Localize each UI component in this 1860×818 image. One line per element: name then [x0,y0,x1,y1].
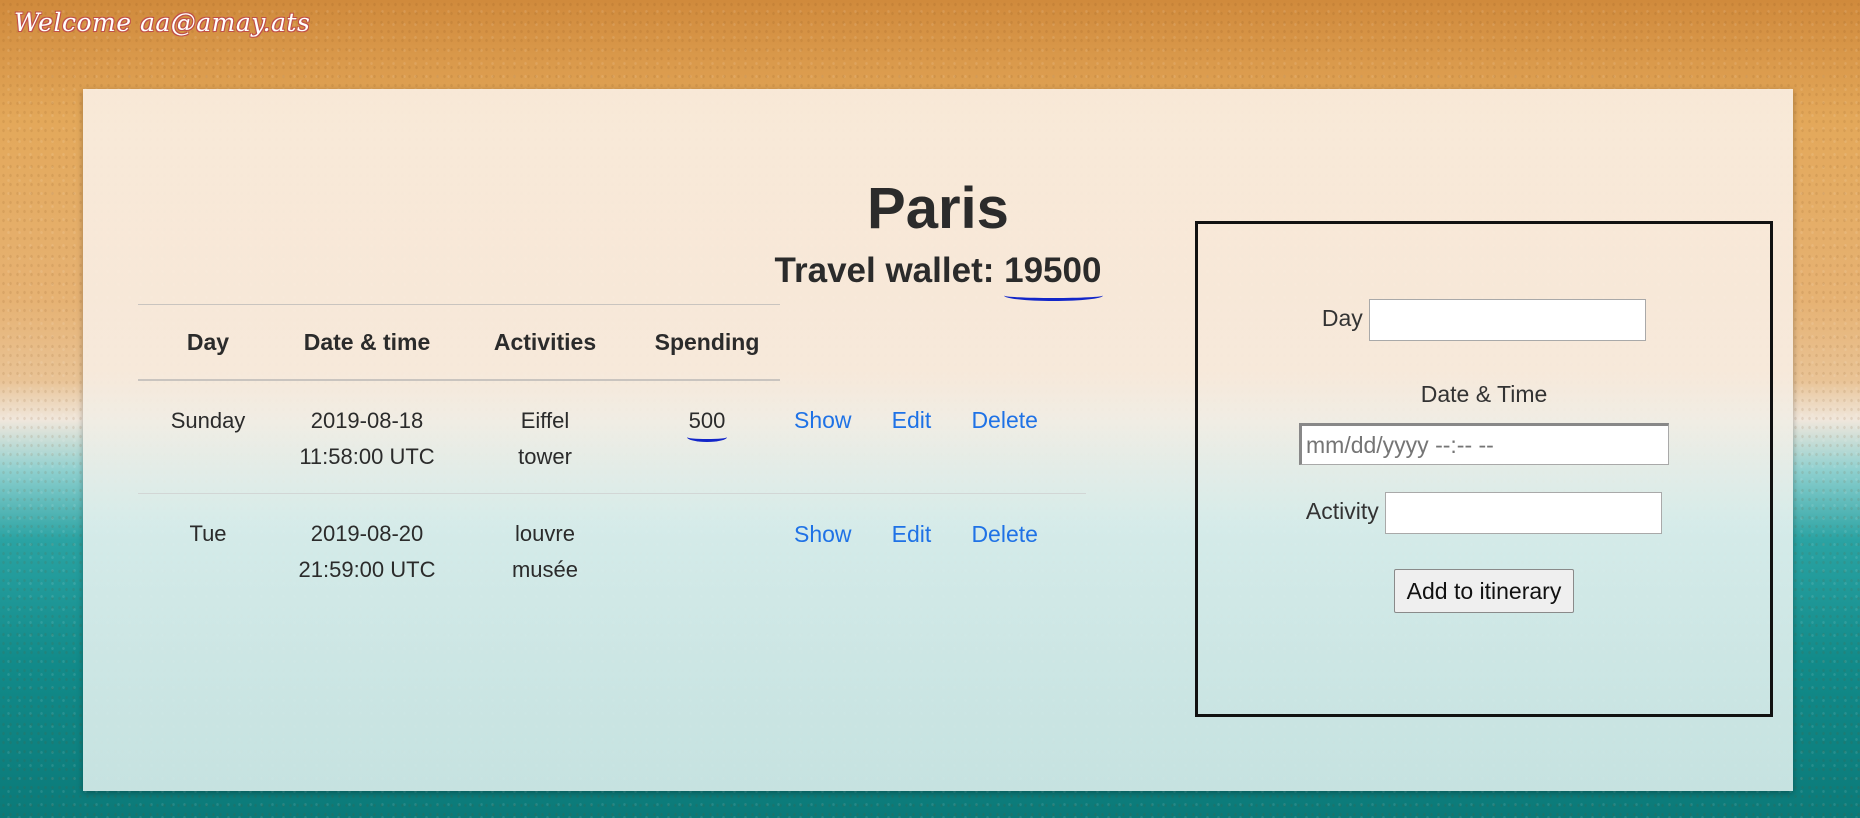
edit-link[interactable]: Edit [892,516,932,552]
cell-spending [634,494,780,607]
wallet-label: Travel wallet: [774,251,995,290]
delete-link[interactable]: Delete [971,402,1037,438]
cell-activity: Eiffel tower [456,380,634,494]
cell-date-time: 2019-08-18 11:58:00 UTC [278,380,456,494]
wallet-amount: 19500 [1004,251,1102,290]
column-header-date-time: Date & time [278,304,456,381]
cell-date-time: 2019-08-20 21:59:00 UTC [278,494,456,607]
welcome-message: Welcome aa@amay.ats [14,8,311,37]
datetime-field-row [1198,423,1770,465]
datetime-label: Date & Time [1420,381,1548,407]
add-activity-form: Day Date & Time Activity Add to itinerar… [1195,221,1773,717]
activity-field-row: Activity [1198,492,1770,534]
day-input[interactable] [1369,299,1647,341]
submit-row: Add to itinerary [1198,569,1770,613]
add-to-itinerary-button[interactable]: Add to itinerary [1393,569,1575,613]
delete-link[interactable]: Delete [971,516,1037,552]
cell-activity-line2: musée [511,557,579,582]
column-header-activities: Activities [456,304,634,381]
show-link[interactable]: Show [794,402,852,438]
cell-day: Tue [189,521,227,546]
column-header-spending: Spending [634,304,780,381]
cell-date: 2019-08-20 [310,521,424,546]
cell-date: 2019-08-18 [310,408,424,433]
table-header-row: Day Date & time Activities Spending [138,304,1086,381]
table-row: Tue 2019-08-20 21:59:00 UTC louvre musée… [138,494,1086,607]
datetime-label-row: Date & Time [1198,381,1770,408]
cell-activity-line1: louvre [515,521,575,546]
day-label: Day [1321,305,1363,332]
spending-value: 500 [688,408,726,433]
edit-link[interactable]: Edit [892,402,932,438]
cell-actions: Show Edit Delete [780,494,1086,607]
day-field-row: Day [1198,299,1770,341]
cell-activity: louvre musée [456,494,634,607]
cell-time: 11:58:00 UTC [299,444,435,469]
column-header-day: Day [138,304,278,381]
cell-actions: Show Edit Delete [780,380,1086,494]
table-row: Sunday 2019-08-18 11:58:00 UTC Eiffel to… [138,380,1086,494]
itinerary-table: Day Date & time Activities Spending Sund… [138,304,1086,606]
column-header-actions [780,305,1086,381]
itinerary-panel: Paris Travel wallet: 19500 Day Date & ti… [83,89,1793,791]
activity-label: Activity [1305,498,1379,525]
cell-time: 21:59:00 UTC [298,557,436,582]
show-link[interactable]: Show [794,516,852,552]
datetime-input[interactable] [1299,423,1669,465]
cell-day: Sunday [138,380,278,494]
activity-input[interactable] [1385,492,1663,534]
cell-spending: 500 [634,380,780,494]
cell-activity-line2: tower [518,444,572,469]
cell-activity-line1: Eiffel [520,408,570,433]
